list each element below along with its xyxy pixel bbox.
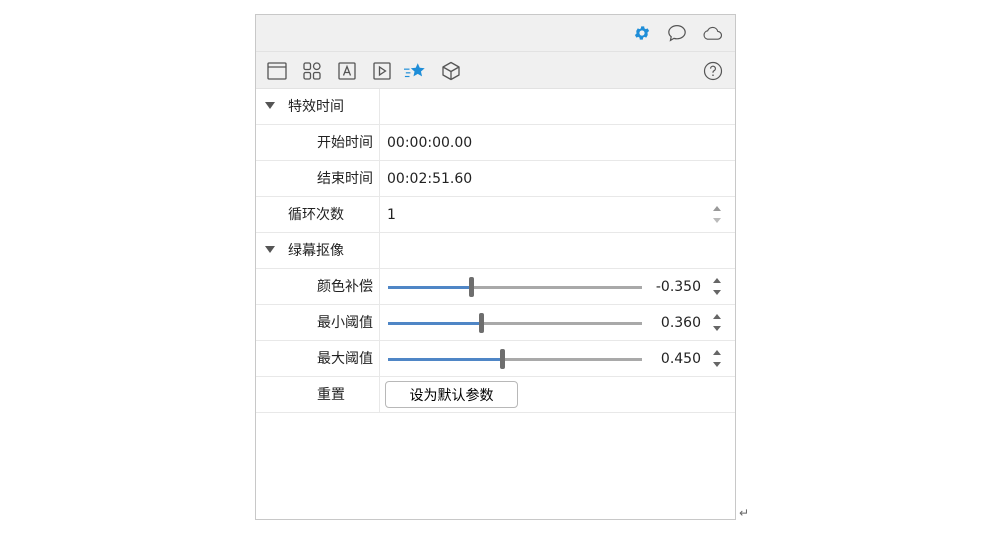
window-icon[interactable] (266, 60, 288, 82)
gear-icon[interactable] (632, 23, 652, 43)
chat-bubble-icon[interactable] (667, 23, 687, 43)
slider-thumb[interactable] (500, 349, 506, 369)
section-title: 特效时间 (288, 99, 344, 115)
reset-label: 重置 (317, 387, 345, 403)
slider-label: 颜色补偿 (317, 279, 373, 295)
expand-triangle-icon[interactable] (265, 102, 275, 109)
properties-panel: 特效时间 开始时间 00:00:00.00 结束时间 00:02:51.60 循… (255, 14, 736, 520)
color-compensation-slider[interactable] (388, 277, 642, 297)
return-symbol: ↵ (739, 506, 750, 520)
reset-row: 重置 设为默认参数 (256, 377, 735, 413)
max-threshold-slider[interactable] (388, 349, 642, 369)
slider-label: 最大阈值 (317, 351, 373, 367)
top-bar (256, 15, 735, 52)
end-time-label: 结束时间 (317, 171, 373, 187)
section-chroma-header[interactable]: 绿幕抠像 (256, 233, 735, 269)
grid-icon[interactable] (301, 60, 323, 82)
loop-count-row: 循环次数 1 (256, 197, 735, 233)
expand-triangle-icon[interactable] (265, 246, 275, 253)
section-timing-header[interactable]: 特效时间 (256, 89, 735, 125)
slider-value[interactable]: 0.360 (661, 305, 701, 341)
slider-spinner[interactable] (713, 314, 721, 332)
cube-icon[interactable] (440, 60, 462, 82)
color-compensation-row: 颜色补偿 -0.350 (256, 269, 735, 305)
min-threshold-row: 最小阈值 0.360 (256, 305, 735, 341)
start-time-value[interactable]: 00:00:00.00 (387, 125, 472, 161)
slider-thumb[interactable] (478, 313, 484, 333)
slider-spinner[interactable] (713, 350, 721, 368)
cloud-icon[interactable] (702, 23, 722, 43)
slider-value[interactable]: -0.350 (656, 269, 701, 305)
start-time-label: 开始时间 (317, 135, 373, 151)
star-effect-icon[interactable] (404, 60, 426, 82)
play-icon[interactable] (371, 60, 393, 82)
loop-count-label: 循环次数 (288, 207, 344, 223)
end-time-row: 结束时间 00:02:51.60 (256, 161, 735, 197)
slider-spinner[interactable] (713, 278, 721, 296)
text-icon[interactable] (336, 60, 358, 82)
slider-fill (388, 286, 472, 289)
start-time-row: 开始时间 00:00:00.00 (256, 125, 735, 161)
tool-bar (256, 52, 735, 89)
loop-count-spinner[interactable] (713, 206, 721, 224)
section-title: 绿幕抠像 (288, 243, 344, 259)
max-threshold-row: 最大阈值 0.450 (256, 341, 735, 377)
slider-label: 最小阈值 (317, 315, 373, 331)
help-icon[interactable] (702, 60, 724, 82)
slider-fill (388, 358, 503, 361)
set-default-button[interactable]: 设为默认参数 (385, 381, 518, 408)
slider-thumb[interactable] (469, 277, 475, 297)
end-time-value[interactable]: 00:02:51.60 (387, 161, 472, 197)
loop-count-value[interactable]: 1 (387, 197, 396, 233)
slider-fill (388, 322, 481, 325)
min-threshold-slider[interactable] (388, 313, 642, 333)
slider-value[interactable]: 0.450 (661, 341, 701, 377)
